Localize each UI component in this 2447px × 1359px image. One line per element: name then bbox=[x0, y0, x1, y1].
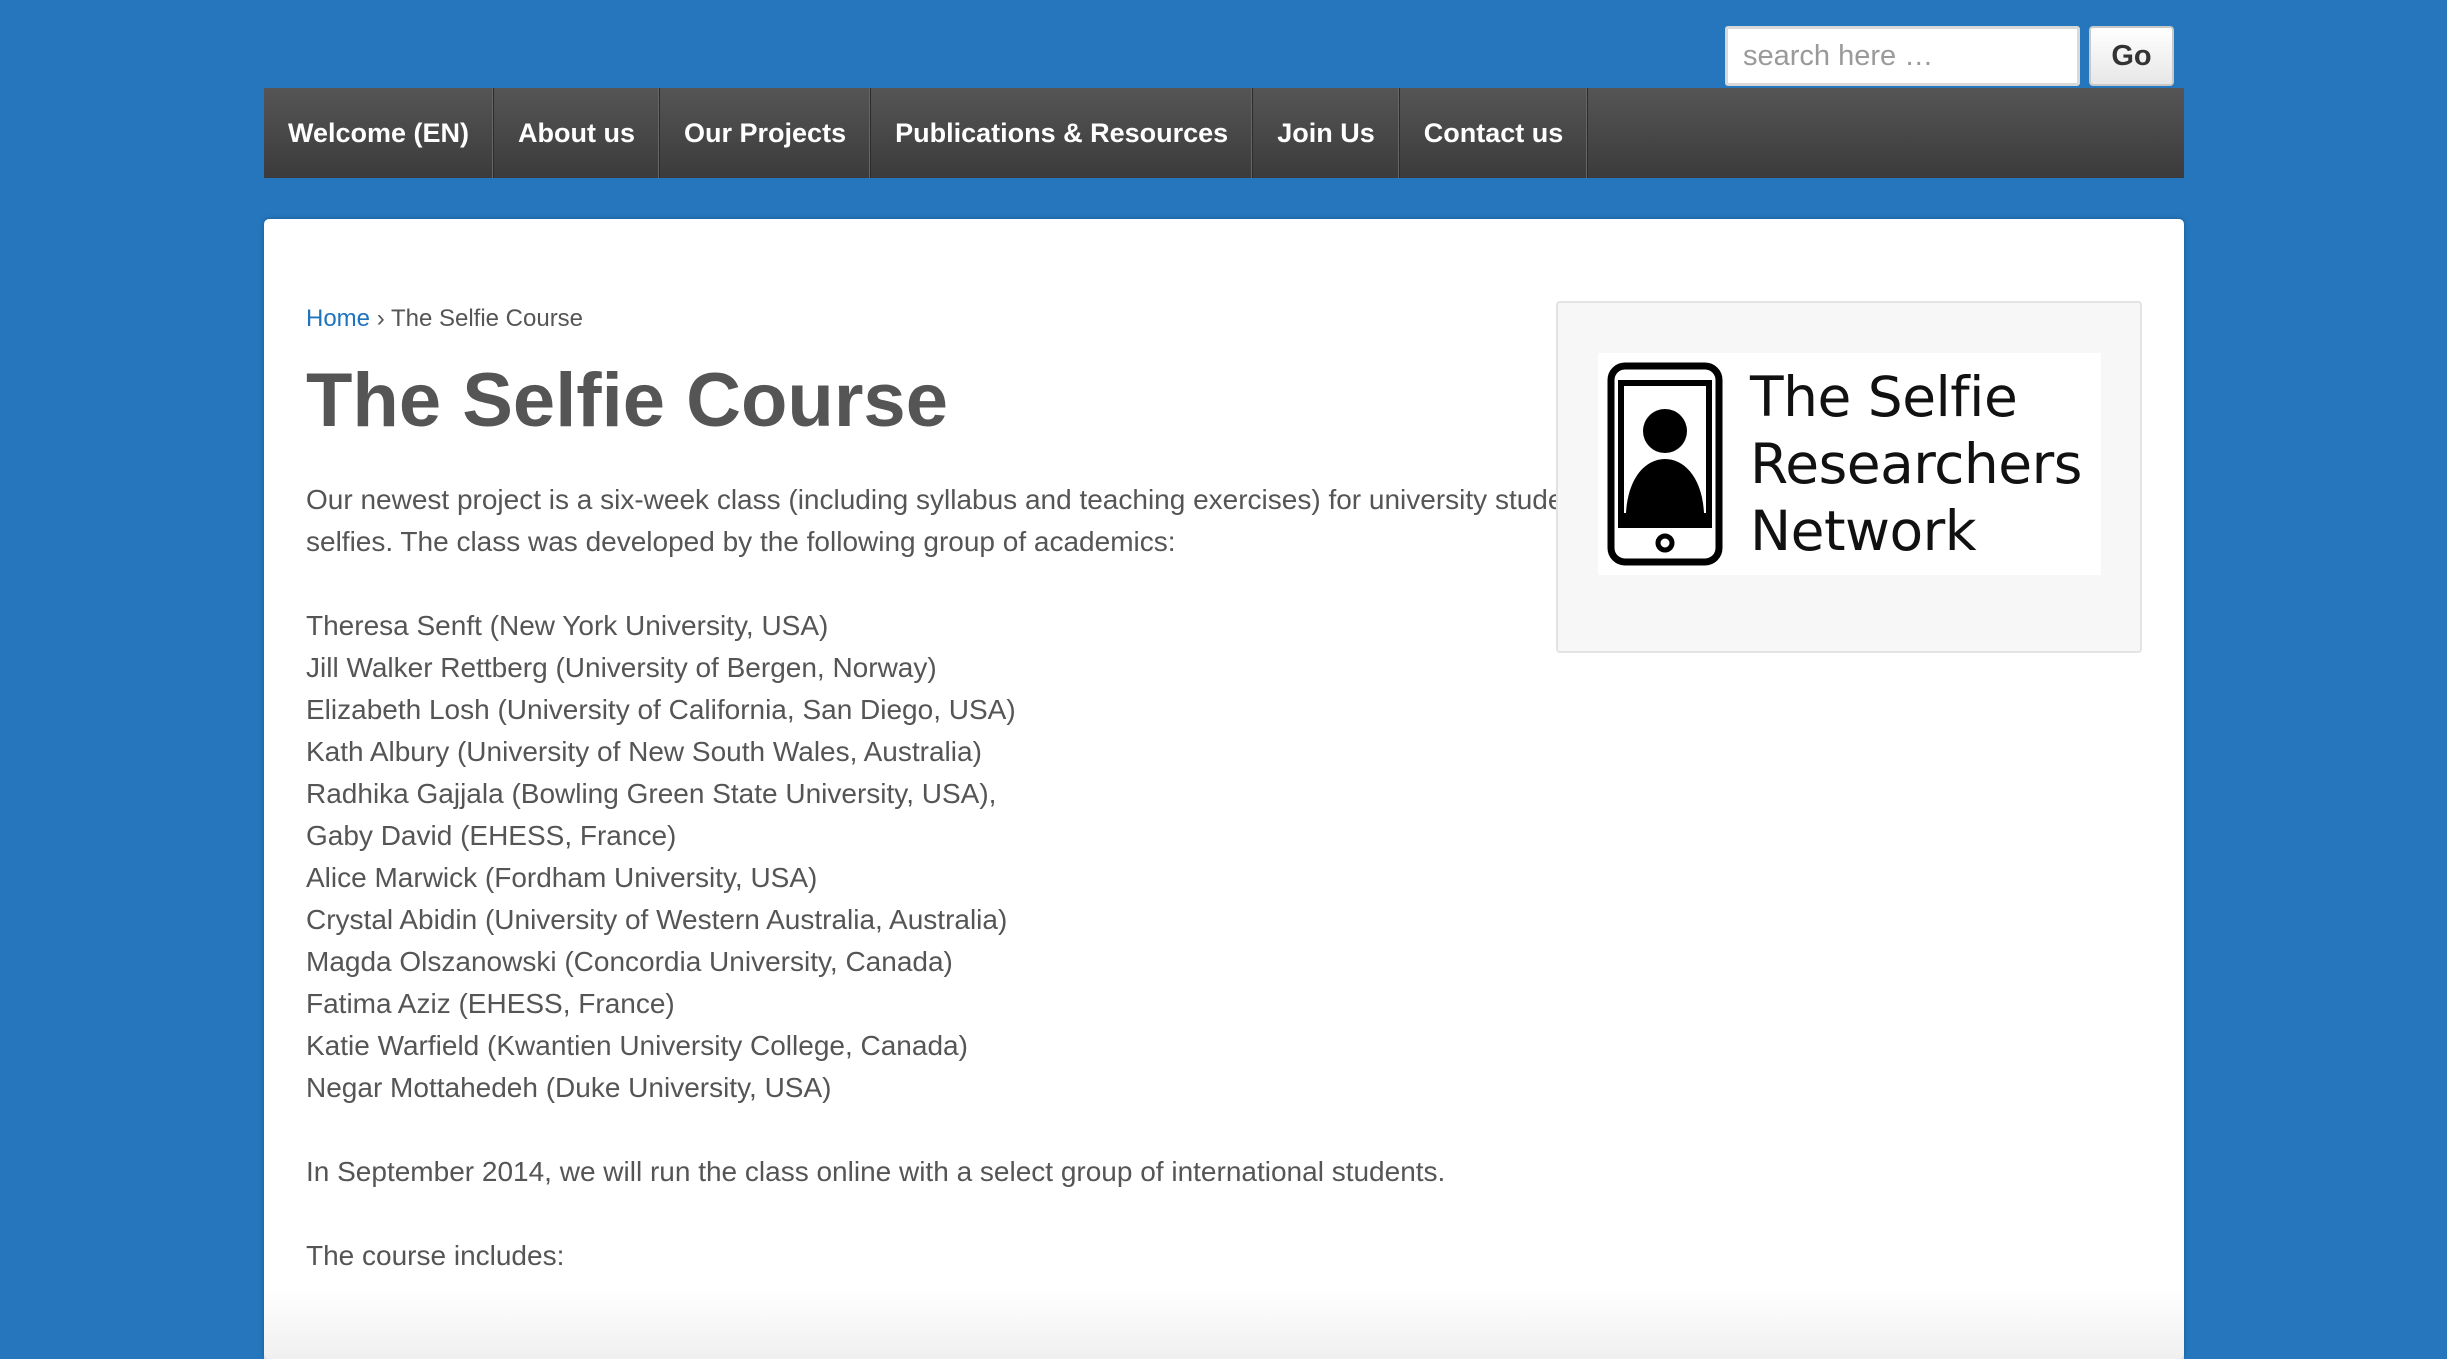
main-content: Home › The Selfie Course The Selfie Cour… bbox=[306, 305, 1766, 1319]
schedule-paragraph: In September 2014, we will run the class… bbox=[306, 1156, 1446, 1187]
list-item: Gaby David (EHESS, France) bbox=[306, 820, 677, 851]
search-input[interactable] bbox=[1725, 26, 2080, 86]
nav-item-join-us[interactable]: Join Us bbox=[1253, 88, 1400, 178]
list-item: Fatima Aziz (EHESS, France) bbox=[306, 988, 675, 1019]
list-item: Katie Warfield (Kwantien University Coll… bbox=[306, 1030, 968, 1061]
go-button[interactable]: Go bbox=[2089, 26, 2174, 86]
list-item: Theresa Senft (New York University, USA) bbox=[306, 610, 829, 641]
logo-line: Researchers bbox=[1750, 431, 2082, 496]
main-nav: Welcome (EN) About us Our Projects Publi… bbox=[264, 88, 2184, 178]
list-item: Kath Albury (University of New South Wal… bbox=[306, 736, 982, 767]
phone-person-icon bbox=[1607, 362, 1723, 566]
logo-line: The Selfie bbox=[1750, 364, 2018, 429]
list-item: Magda Olszanowski (Concordia University,… bbox=[306, 946, 953, 977]
includes-paragraph: The course includes: bbox=[306, 1240, 565, 1271]
intro-paragraph: Our newest project is a six-week class (… bbox=[306, 484, 1713, 557]
selfie-researchers-network-logo[interactable]: The Selfie Researchers Network bbox=[1598, 353, 2101, 575]
list-item: Crystal Abidin (University of Western Au… bbox=[306, 904, 1008, 935]
list-item: Alice Marwick (Fordham University, USA) bbox=[306, 862, 818, 893]
nav-item-about-us[interactable]: About us bbox=[494, 88, 661, 178]
breadcrumb-home-link[interactable]: Home bbox=[306, 305, 370, 332]
breadcrumb-separator: › bbox=[376, 305, 385, 332]
logo-text: The Selfie Researchers Network bbox=[1750, 364, 2082, 565]
academics-list: Theresa Senft (New York University, USA)… bbox=[306, 605, 1766, 1109]
list-item: Negar Mottahedeh (Duke University, USA) bbox=[306, 1072, 832, 1103]
breadcrumb-current: The Selfie Course bbox=[390, 305, 584, 332]
list-item: Radhika Gajjala (Bowling Green State Uni… bbox=[306, 778, 997, 809]
breadcrumb: Home › The Selfie Course bbox=[306, 305, 1766, 333]
list-item: Elizabeth Losh (University of California… bbox=[306, 694, 1016, 725]
page-title: The Selfie Course bbox=[306, 358, 948, 443]
nav-item-welcome[interactable]: Welcome (EN) bbox=[264, 88, 495, 178]
logo-line: Network bbox=[1750, 498, 1977, 563]
nav-item-contact-us[interactable]: Contact us bbox=[1400, 88, 1589, 178]
nav-item-our-projects[interactable]: Our Projects bbox=[660, 88, 872, 178]
content-panel: Home › The Selfie Course The Selfie Cour… bbox=[264, 219, 2184, 1359]
list-item: Jill Walker Rettberg (University of Berg… bbox=[306, 652, 937, 683]
sidebar-logo-widget: The Selfie Researchers Network bbox=[1556, 301, 2142, 653]
nav-item-publications[interactable]: Publications & Resources bbox=[871, 88, 1254, 178]
search-bar: Go bbox=[1725, 26, 2174, 86]
